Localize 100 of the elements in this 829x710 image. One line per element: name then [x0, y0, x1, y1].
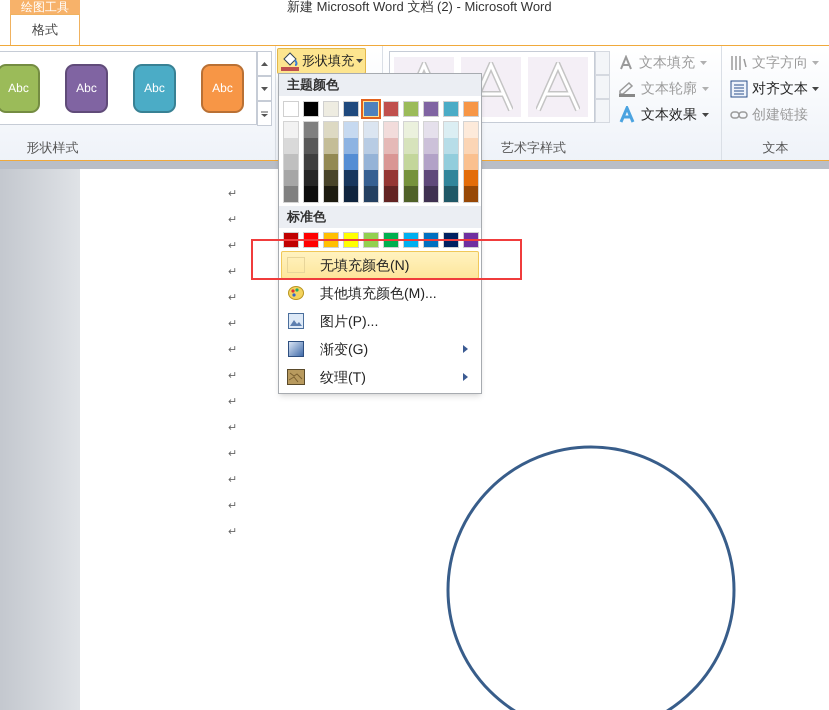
color-swatch[interactable]: [324, 186, 338, 202]
color-swatch[interactable]: [284, 186, 298, 202]
menu-item[interactable]: 其他填充颜色(M)...: [281, 279, 479, 307]
paragraph-mark: ↵: [228, 421, 237, 436]
color-swatch[interactable]: [303, 101, 319, 117]
shape-style-swatch[interactable]: Abc: [65, 64, 108, 112]
color-swatch[interactable]: [304, 186, 318, 202]
color-swatch[interactable]: [364, 186, 378, 202]
color-swatch[interactable]: [324, 122, 338, 138]
outlined-letter-a-icon: [536, 62, 580, 112]
color-swatch[interactable]: [464, 122, 478, 138]
shape-fill-button[interactable]: 形状填充: [277, 48, 366, 74]
color-swatch[interactable]: [384, 122, 398, 138]
color-swatch[interactable]: [424, 138, 438, 154]
color-swatch[interactable]: [424, 122, 438, 138]
color-swatch[interactable]: [344, 154, 358, 170]
color-swatch[interactable]: [324, 138, 338, 154]
color-swatch[interactable]: [464, 138, 478, 154]
color-swatch[interactable]: [424, 170, 438, 186]
gallery-scroll-up-button[interactable]: [257, 51, 272, 76]
color-swatch[interactable]: [404, 170, 418, 186]
color-swatch[interactable]: [364, 154, 378, 170]
wordart-command[interactable]: 文本效果: [618, 104, 709, 125]
dropdown-caret-icon: [356, 59, 363, 63]
link-icon: [730, 110, 748, 120]
paragraph-mark: ↵: [228, 369, 237, 384]
group-label: 文本: [762, 138, 788, 156]
color-swatch[interactable]: [444, 186, 458, 202]
color-swatch[interactable]: [284, 154, 298, 170]
color-swatch[interactable]: [364, 170, 378, 186]
color-swatch[interactable]: [404, 138, 418, 154]
picture-icon: [288, 313, 304, 329]
paragraph-mark: ↵: [228, 473, 237, 488]
section-heading: 主题颜色: [279, 74, 481, 96]
color-swatch[interactable]: [404, 122, 418, 138]
color-swatch[interactable]: [424, 154, 438, 170]
color-swatch[interactable]: [344, 122, 358, 138]
color-swatch[interactable]: [324, 154, 338, 170]
paragraph-mark: ↵: [228, 447, 237, 462]
color-swatch[interactable]: [464, 154, 478, 170]
color-swatch[interactable]: [423, 101, 439, 117]
color-swatch[interactable]: [323, 101, 339, 117]
color-swatch[interactable]: [304, 170, 318, 186]
color-swatch[interactable]: [384, 138, 398, 154]
menu-item[interactable]: 图片(P)...: [281, 307, 479, 335]
color-swatch[interactable]: [284, 122, 298, 138]
glowing-letter-a-icon: [618, 106, 636, 124]
color-swatch[interactable]: [344, 138, 358, 154]
window-title: 新建 Microsoft Word 文档 (2) - Microsoft Word: [287, 0, 552, 14]
dropdown-caret-icon: [812, 60, 819, 64]
empty-swatch-icon: [287, 257, 305, 273]
submenu-arrow-icon: [463, 345, 468, 353]
color-swatch[interactable]: [404, 154, 418, 170]
shape-fill-label: 形状填充: [302, 52, 354, 70]
color-swatch[interactable]: [444, 122, 458, 138]
color-swatch[interactable]: [464, 186, 478, 202]
menu-item[interactable]: 纹理(T): [281, 363, 479, 391]
color-swatch[interactable]: [344, 170, 358, 186]
color-swatch[interactable]: [304, 138, 318, 154]
color-swatch[interactable]: [443, 101, 459, 117]
paint-bucket-icon: [280, 51, 300, 71]
ribbon-tab[interactable]: 格式: [10, 14, 80, 45]
letter-a-icon: [618, 54, 634, 70]
dropdown-caret-icon: [702, 86, 709, 90]
text-command[interactable]: 对齐文本: [730, 78, 829, 99]
color-swatch[interactable]: [444, 138, 458, 154]
down-arrow-icon: [261, 86, 268, 92]
color-swatch[interactable]: [284, 170, 298, 186]
color-swatch[interactable]: [444, 170, 458, 186]
paragraph-mark: ↵: [228, 187, 237, 202]
up-arrow-icon: [261, 60, 268, 66]
color-swatch[interactable]: [384, 154, 398, 170]
color-swatch[interactable]: [343, 101, 359, 117]
color-swatch[interactable]: [344, 186, 358, 202]
color-swatch[interactable]: [364, 138, 378, 154]
color-swatch[interactable]: [324, 170, 338, 186]
color-swatch[interactable]: [424, 186, 438, 202]
color-swatch[interactable]: [384, 186, 398, 202]
color-swatch[interactable]: [364, 122, 378, 138]
color-swatch[interactable]: [464, 170, 478, 186]
color-swatch[interactable]: [384, 170, 398, 186]
pen-icon: [618, 80, 636, 96]
color-swatch[interactable]: [403, 101, 419, 117]
menu-item[interactable]: 无填充颜色(N): [281, 251, 479, 279]
color-swatch[interactable]: [283, 101, 299, 117]
color-swatch[interactable]: [383, 101, 399, 117]
color-swatch[interactable]: [404, 186, 418, 202]
gallery-scroll-down-button[interactable]: [257, 76, 272, 101]
menu-item[interactable]: 渐变(G): [281, 335, 479, 363]
color-swatch[interactable]: [284, 138, 298, 154]
color-swatch[interactable]: [363, 101, 379, 117]
wordart-style-swatch[interactable]: [528, 57, 588, 117]
dropdown-caret-icon: [812, 86, 819, 90]
gallery-expand-button[interactable]: [257, 101, 272, 126]
paragraph-mark: ↵: [228, 317, 237, 332]
color-swatch[interactable]: [304, 122, 318, 138]
color-swatch[interactable]: [444, 154, 458, 170]
color-swatch[interactable]: [304, 154, 318, 170]
align-text-icon: [730, 80, 748, 98]
color-swatch[interactable]: [463, 101, 479, 117]
